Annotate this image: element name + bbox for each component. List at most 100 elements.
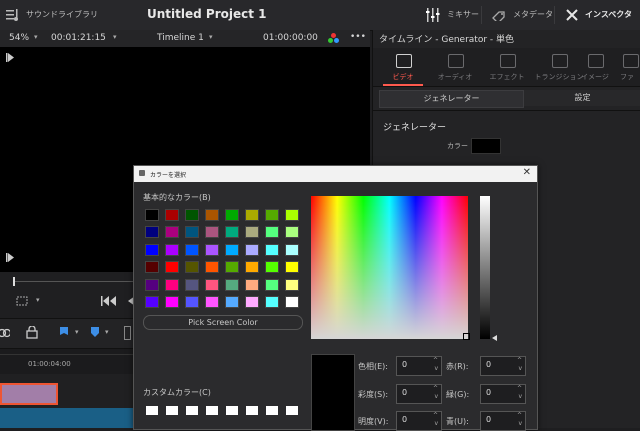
basic-color-swatch[interactable] [285, 226, 299, 239]
basic-color-swatch[interactable] [265, 243, 279, 256]
custom-color-slot[interactable] [266, 406, 278, 415]
custom-color-slot[interactable] [146, 406, 158, 415]
basic-color-swatch[interactable] [285, 261, 299, 274]
basic-color-swatch[interactable] [285, 243, 299, 256]
subtab-settings[interactable]: 設定 [524, 90, 640, 106]
spin-up-icon[interactable]: ^ [517, 385, 522, 392]
green-spinbox[interactable]: 0 ^ v [480, 384, 526, 404]
custom-color-slot[interactable] [246, 406, 258, 415]
custom-color-slot[interactable] [206, 406, 218, 415]
basic-color-swatch[interactable] [285, 296, 299, 308]
basic-color-swatch[interactable] [225, 278, 239, 291]
basic-color-swatch[interactable] [205, 296, 219, 308]
basic-color-swatch[interactable] [205, 261, 219, 274]
basic-color-swatch[interactable] [145, 209, 159, 221]
spin-up-icon[interactable]: ^ [433, 385, 438, 392]
custom-color-slot[interactable] [186, 406, 198, 415]
metadata-icon[interactable] [492, 9, 506, 21]
zoom-chevron-down-icon[interactable]: ▾ [34, 33, 38, 41]
basic-color-swatch[interactable] [265, 209, 279, 221]
basic-color-swatch[interactable] [225, 209, 239, 221]
basic-color-swatch[interactable] [145, 226, 159, 239]
spin-down-icon[interactable]: v [434, 365, 438, 372]
basic-color-swatch[interactable] [145, 296, 159, 308]
rewind-icon[interactable] [101, 296, 117, 306]
last-frame-icon[interactable] [6, 253, 14, 262]
marker-icon[interactable] [91, 327, 99, 338]
basic-color-swatch[interactable] [225, 296, 239, 308]
basic-color-swatch[interactable] [165, 278, 179, 291]
first-frame-icon[interactable] [6, 53, 14, 62]
basic-color-swatch[interactable] [185, 243, 199, 256]
lock-icon[interactable] [26, 326, 38, 339]
playhead-handle[interactable] [13, 277, 15, 286]
value-spinbox[interactable]: 0 ^ v [396, 411, 442, 431]
basic-color-swatch[interactable] [245, 226, 259, 239]
basic-color-swatch[interactable] [145, 261, 159, 274]
luminance-arrow-icon[interactable] [492, 335, 497, 341]
close-icon[interactable]: ✕ [523, 167, 531, 178]
tab-file[interactable]: ファ [613, 48, 640, 86]
timeline-name[interactable]: Timeline 1 [157, 33, 204, 43]
basic-color-swatch[interactable] [185, 209, 199, 221]
basic-color-swatch[interactable] [285, 209, 299, 221]
timeline-chevron-down-icon[interactable]: ▾ [209, 33, 213, 41]
sound-library-icon[interactable] [6, 9, 20, 21]
zoom-level[interactable]: 54% [9, 33, 29, 43]
basic-color-swatch[interactable] [165, 243, 179, 256]
inspector-label[interactable]: インスペクタ [585, 9, 632, 20]
saturation-spinbox[interactable]: 0 ^ v [396, 384, 442, 404]
spin-down-icon[interactable]: v [434, 393, 438, 400]
basic-color-swatch[interactable] [205, 278, 219, 291]
more-options-icon[interactable]: ••• [350, 32, 366, 42]
spin-up-icon[interactable]: ^ [517, 357, 522, 364]
basic-color-swatch[interactable] [225, 226, 239, 239]
spin-down-icon[interactable]: v [518, 365, 522, 372]
generator-clip[interactable] [0, 383, 58, 405]
custom-color-slot[interactable] [286, 406, 298, 415]
basic-color-swatch[interactable] [185, 226, 199, 239]
custom-color-slot[interactable] [166, 406, 178, 415]
spin-up-icon[interactable]: ^ [433, 412, 438, 419]
spectrum-crosshair[interactable] [463, 333, 470, 340]
chevron-down-icon[interactable]: ▾ [36, 296, 40, 304]
subtab-generator[interactable]: ジェネレーター [379, 90, 524, 108]
luminance-slider[interactable] [480, 196, 490, 339]
basic-color-swatch[interactable] [205, 243, 219, 256]
tab-video[interactable]: ビデオ [377, 48, 429, 86]
basic-color-swatch[interactable] [165, 296, 179, 308]
basic-color-swatch[interactable] [165, 261, 179, 274]
mixer-label[interactable]: ミキサー [447, 9, 479, 20]
chevron-down-icon[interactable]: ▾ [113, 33, 117, 41]
red-spinbox[interactable]: 0 ^ v [480, 356, 526, 376]
basic-color-swatch[interactable] [265, 278, 279, 291]
flag-icon[interactable] [60, 327, 68, 338]
basic-color-swatch[interactable] [245, 296, 259, 308]
basic-color-swatch[interactable] [145, 278, 159, 291]
selection-box-icon[interactable] [16, 296, 28, 306]
chevron-down-icon[interactable]: ▾ [105, 328, 109, 336]
custom-color-slot[interactable] [226, 406, 238, 415]
basic-color-swatch[interactable] [265, 226, 279, 239]
blue-spinbox[interactable]: 0 ^ v [480, 411, 526, 431]
dialog-title-bar[interactable]: カラーを選択 ✕ [134, 166, 537, 182]
color-swatch[interactable] [471, 138, 501, 154]
basic-color-swatch[interactable] [185, 278, 199, 291]
spin-up-icon[interactable]: ^ [433, 357, 438, 364]
basic-color-swatch[interactable] [245, 209, 259, 221]
metadata-label[interactable]: メタデータ [513, 9, 553, 20]
basic-color-swatch[interactable] [185, 261, 199, 274]
spin-up-icon[interactable]: ^ [517, 412, 522, 419]
basic-color-swatch[interactable] [245, 243, 259, 256]
basic-color-swatch[interactable] [205, 209, 219, 221]
basic-color-swatch[interactable] [285, 278, 299, 291]
basic-color-swatch[interactable] [225, 261, 239, 274]
basic-color-swatch[interactable] [185, 296, 199, 308]
inspector-icon[interactable] [565, 8, 579, 22]
basic-color-swatch[interactable] [225, 243, 239, 256]
link-icon[interactable] [0, 327, 10, 339]
tab-audio[interactable]: オーディオ [429, 48, 481, 86]
chevron-down-icon[interactable]: ▾ [75, 328, 79, 336]
basic-color-swatch[interactable] [265, 261, 279, 274]
basic-color-swatch[interactable] [245, 278, 259, 291]
